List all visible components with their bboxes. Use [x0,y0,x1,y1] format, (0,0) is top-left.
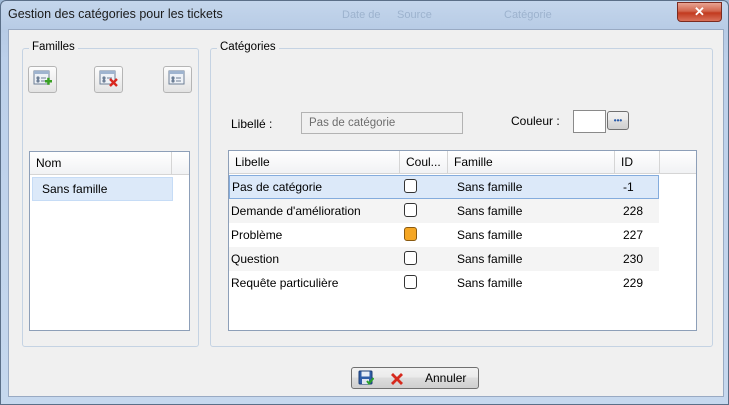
cancel-x-icon [391,373,403,385]
delete-family-button[interactable] [94,66,123,93]
column-header-filler [660,151,696,174]
familles-list[interactable]: Nom Sans famille [29,151,190,331]
column-header-nom[interactable]: Nom [30,152,172,175]
categories-group: Catégories Libellé : Pas de catégorie Co… [210,41,713,347]
dialog-client-area: Familles Nom Sans famille Catégories Lib… [8,29,724,397]
delete-family-icon [99,70,118,87]
color-checkbox[interactable] [404,275,417,289]
cell-libelle: Pas de catégorie [232,180,323,194]
edit-family-button[interactable] [163,66,192,93]
title-bar[interactable]: Gestion des catégories pour les tickets … [1,1,728,29]
color-checkbox[interactable] [404,227,417,241]
table-row[interactable]: Problème Sans famille 227 [229,223,659,247]
couleur-label: Couleur : [511,114,560,128]
color-checkbox[interactable] [404,203,417,217]
couleur-picker-button[interactable]: ••• [607,111,629,130]
table-row[interactable]: Pas de catégorie Sans famille -1 [229,175,659,199]
familles-group-label: Familles [29,41,78,53]
familles-group: Familles Nom Sans famille [22,41,199,347]
close-icon: ✕ [694,4,705,19]
cell-id: 229 [623,276,644,290]
cell-libelle: Problème [231,228,283,242]
add-family-icon [33,70,52,85]
color-checkbox[interactable] [404,251,417,265]
background-text: Catégorie [504,9,552,21]
table-row[interactable]: Demande d'amélioration Sans famille 228 [229,199,659,223]
column-header-couleur[interactable]: Coul... [400,151,448,174]
edit-family-icon [168,70,185,85]
cell-id: -1 [623,180,634,194]
close-button[interactable]: ✕ [677,2,722,22]
color-checkbox[interactable] [404,179,417,193]
couleur-swatch[interactable] [573,110,606,133]
cell-libelle: Demande d'amélioration [231,204,361,218]
dialog-window: Gestion des catégories pour les tickets … [0,0,729,405]
cell-libelle: Question [231,252,280,266]
cell-famille: Sans famille [457,228,523,242]
libelle-field[interactable]: Pas de catégorie [301,112,463,134]
column-header-libelle[interactable]: Libelle [229,151,400,174]
cell-famille: Sans famille [457,180,523,194]
background-text: Date de [342,9,381,21]
table-row[interactable]: Requête particulière Sans famille 229 [229,271,659,295]
cell-id: 227 [623,228,644,242]
cancel-button-label: Annuler [425,371,467,385]
save-icon [358,370,374,386]
cell-famille: Sans famille [457,252,523,266]
categories-table[interactable]: Libelle Coul... Famille ID Pas de catégo… [228,150,697,331]
add-family-button[interactable] [28,66,57,93]
column-header-filler [172,152,189,175]
cell-libelle: Requête particulière [231,276,339,290]
window-title: Gestion des catégories pour les tickets [8,7,223,21]
background-text: Source [397,9,432,21]
cell-id: 230 [623,252,644,266]
cell-famille: Sans famille [457,276,523,290]
column-header-id[interactable]: ID [615,151,660,174]
cell-famille: Sans famille [457,204,523,218]
list-item[interactable]: Sans famille [32,177,173,201]
libelle-label: Libellé : [231,117,273,131]
cancel-button[interactable]: Annuler [351,367,479,389]
cell-id: 228 [623,204,644,218]
famille-name: Sans famille [42,182,108,196]
column-header-famille[interactable]: Famille [448,151,615,174]
categories-group-label: Catégories [217,41,279,53]
table-row[interactable]: Question Sans famille 230 [229,247,659,271]
